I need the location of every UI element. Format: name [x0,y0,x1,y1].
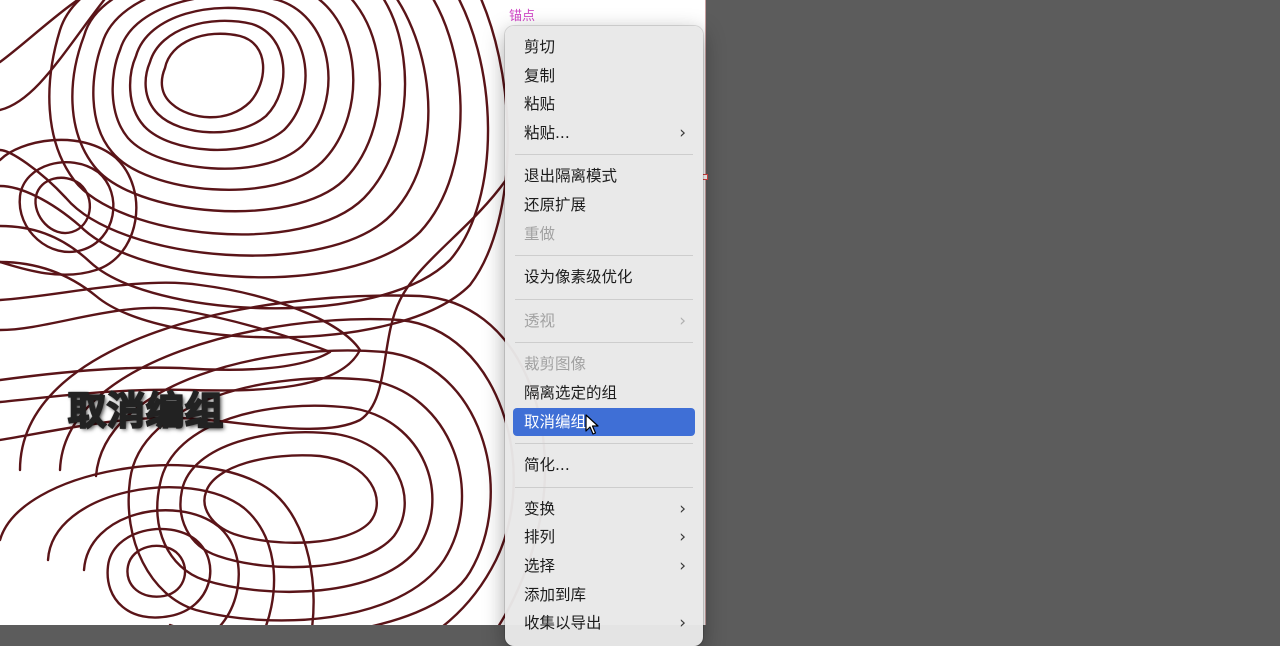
menu-separator [515,298,693,300]
menu-item-label: 还原扩展 [524,195,587,214]
contour-line [18,161,115,253]
menu-item[interactable]: 退出隔离模式 [513,162,695,191]
menu-item[interactable]: 收集以导出 › [513,609,695,638]
chevron-right-icon: › [679,527,686,548]
menu-item-label: 复制 [524,66,556,85]
menu-item: 透视 › [513,307,695,336]
contour-line [48,0,407,236]
anchor-point-label: 锚点 [509,9,536,24]
menu-item-label: 变换 [524,499,556,518]
menu-item-label: 排列 [524,528,556,547]
menu-item[interactable]: 还原扩展 [513,191,695,220]
chevron-right-icon: › [679,555,686,576]
menu-item[interactable]: 粘贴... › [513,119,695,148]
chevron-right-icon: › [679,613,686,634]
menu-item-label: 透视 [524,311,556,330]
menu-item-label: 添加到库 [524,585,587,604]
menu-item[interactable]: 添加到库 [513,581,695,610]
menu-separator [515,342,693,344]
contour-line [46,486,276,625]
menu-item[interactable]: 简化... [513,451,695,480]
menu-item[interactable]: 隔离选定的组 [513,379,695,408]
menu-item: 重做 [513,220,695,249]
mouse-cursor-icon [585,414,599,435]
contour-line [34,176,92,235]
menu-item-label: 设为像素级优化 [524,268,633,287]
contour-line [126,544,187,598]
menu-item-label: 重做 [524,224,556,243]
menu-item-label: 隔离选定的组 [524,383,618,402]
menu-item-label: 退出隔离模式 [524,167,618,186]
menu-item-label: 裁剪图像 [524,355,587,374]
menu-item-label: 取消编组 [524,412,587,431]
menu-item[interactable]: 剪切 [513,33,695,62]
chevron-right-icon: › [679,310,686,331]
menu-item[interactable]: 变换 › [513,495,695,524]
menu-separator [515,443,693,445]
menu-item[interactable]: 取消编组 [513,407,695,437]
contour-line [0,0,490,310]
menu-separator [515,486,693,488]
menu-item-label: 选择 [524,556,556,575]
video-caption: 取消编组 [67,388,225,434]
contour-line [128,6,307,152]
contour-line [0,0,462,279]
contour-line [0,306,332,382]
menu-item[interactable]: 设为像素级优化 [513,263,695,292]
menu-item-label: 简化... [524,456,570,475]
contour-line [71,0,381,213]
menu-item[interactable]: 粘贴 [513,90,695,119]
contour-line [160,32,265,119]
chevron-right-icon: › [679,498,686,519]
contour-line [0,0,509,339]
contour-line [179,430,406,569]
menu-item: 裁剪图像 [513,350,695,379]
menu-item[interactable]: 复制 [513,62,695,91]
contour-line [0,0,430,257]
context-menu: 剪切复制粘贴粘贴... › 退出隔离模式 还原扩展重做设为像素级优化 透视 › 裁剪图像隔离… [505,26,703,646]
menu-separator [515,154,693,156]
chevron-right-icon: › [679,122,686,143]
menu-item-label: 收集以导出 [524,614,602,633]
menu-item-label: 粘贴 [524,95,556,114]
menu-item-label: 粘贴... [524,123,570,142]
menu-item[interactable]: 选择 › [513,552,695,581]
menu-item-label: 剪切 [524,38,556,56]
menu-item[interactable]: 排列 › [513,523,695,552]
menu-separator [515,255,693,257]
